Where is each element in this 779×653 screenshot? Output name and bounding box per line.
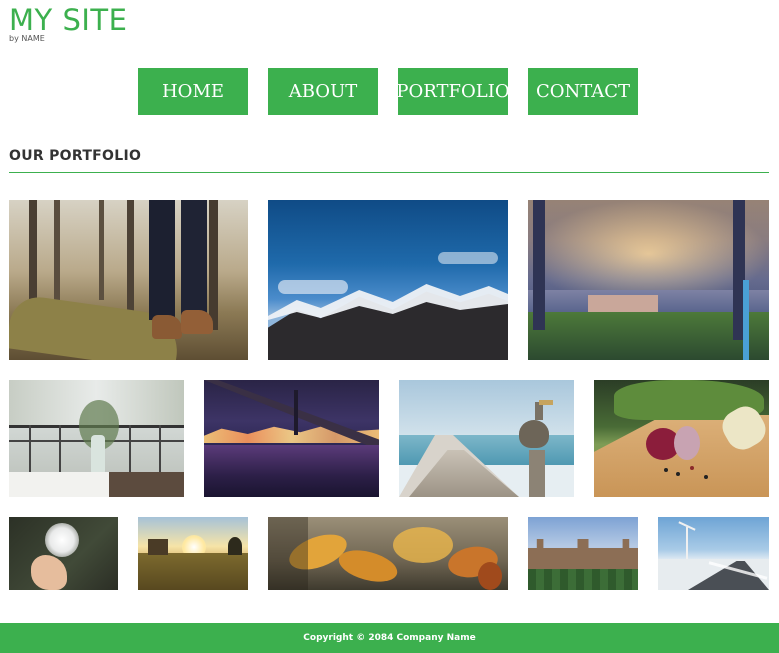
heading-divider bbox=[9, 172, 769, 173]
footer-copyright: Copyright © 2084 Company Name bbox=[303, 633, 476, 643]
nav-about-button[interactable]: ABOUT bbox=[268, 68, 378, 115]
site-byline: by NAME bbox=[9, 34, 45, 43]
portfolio-image-mountains[interactable] bbox=[268, 200, 508, 360]
portfolio-image-bridge-night[interactable] bbox=[204, 380, 379, 497]
portfolio-image-college-building[interactable] bbox=[528, 517, 638, 590]
footer: Copyright © 2084 Company Name bbox=[0, 623, 779, 653]
nav-portfolio-button[interactable]: PORTFOLIO bbox=[396, 68, 510, 115]
portfolio-image-balcony-plant[interactable] bbox=[9, 380, 184, 497]
portfolio-image-sunset-field[interactable] bbox=[138, 517, 248, 590]
portfolio-image-dandelion[interactable] bbox=[9, 517, 118, 590]
portfolio-image-onion-cutting-board[interactable] bbox=[594, 380, 769, 497]
portfolio-image-hiker-boots[interactable] bbox=[9, 200, 248, 360]
site-title: MY SITE bbox=[9, 3, 128, 37]
portfolio-image-pelican-pier[interactable] bbox=[399, 380, 574, 497]
portfolio-image-orchard-sunset[interactable] bbox=[528, 200, 769, 360]
nav-contact-button[interactable]: CONTACT bbox=[528, 68, 638, 115]
portfolio-heading: OUR PORTFOLIO bbox=[9, 148, 142, 164]
portfolio-image-wind-turbine-road[interactable] bbox=[658, 517, 769, 590]
portfolio-image-autumn-leaves[interactable] bbox=[268, 517, 508, 590]
nav-home-button[interactable]: HOME bbox=[138, 68, 248, 115]
